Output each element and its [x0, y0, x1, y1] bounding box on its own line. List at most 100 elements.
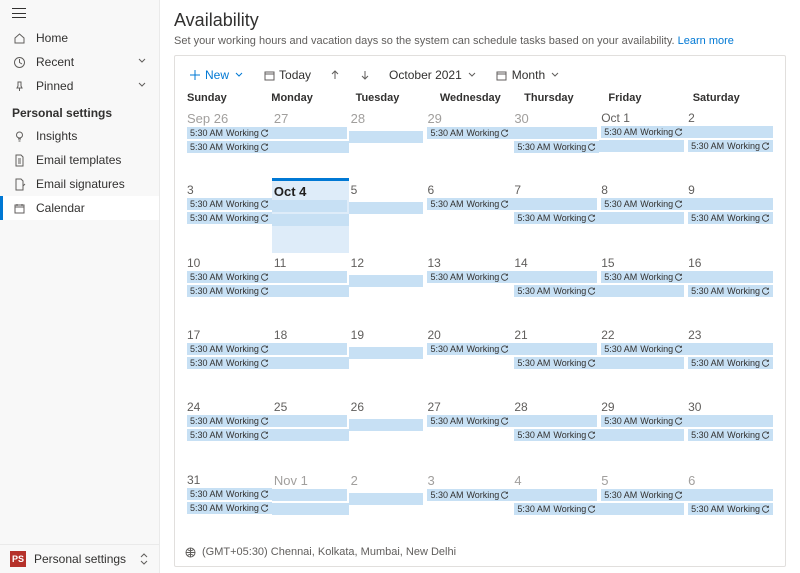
- calendar-event[interactable]: 5:30 AMWorking: [187, 198, 272, 210]
- calendar-cell[interactable]: 55:30 AMWorking: [599, 470, 686, 542]
- calendar-event[interactable]: [512, 127, 597, 139]
- calendar-event[interactable]: 5:30 AMWorking: [187, 415, 272, 427]
- calendar-cell[interactable]: 175:30 AMWorking5:30 AMWorking: [185, 325, 272, 397]
- calendar-event[interactable]: 5:30 AMWorking: [187, 271, 272, 283]
- calendar-cell[interactable]: 27: [272, 108, 349, 180]
- calendar-event[interactable]: 5:30 AMWorking: [187, 357, 272, 369]
- calendar-event[interactable]: 5:30 AMWorking: [427, 127, 512, 139]
- calendar-cell[interactable]: 295:30 AMWorking: [425, 108, 512, 180]
- calendar-event[interactable]: 5:30 AMWorking: [688, 140, 773, 152]
- calendar-event[interactable]: [272, 127, 347, 139]
- hamburger-button[interactable]: [0, 0, 159, 26]
- calendar-event[interactable]: [512, 415, 597, 427]
- learn-more-link[interactable]: Learn more: [678, 35, 734, 47]
- calendar-cell[interactable]: 30 5:30 AMWorking: [512, 108, 599, 180]
- calendar-event[interactable]: [272, 429, 349, 441]
- calendar-cell[interactable]: 28: [349, 108, 426, 180]
- calendar-cell[interactable]: 23 5:30 AMWorking: [686, 325, 775, 397]
- calendar-event[interactable]: 5:30 AMWorking: [514, 357, 599, 369]
- calendar-cell[interactable]: Oct 15:30 AMWorking: [599, 108, 686, 180]
- calendar-event[interactable]: [272, 343, 347, 355]
- calendar-cell[interactable]: 14 5:30 AMWorking: [512, 253, 599, 325]
- calendar-event[interactable]: 5:30 AMWorking: [427, 198, 512, 210]
- next-button[interactable]: [355, 67, 375, 83]
- calendar-event[interactable]: 5:30 AMWorking: [427, 489, 512, 501]
- calendar-event[interactable]: [686, 271, 773, 283]
- calendar-cell[interactable]: 65:30 AMWorking: [425, 180, 512, 252]
- calendar-cell[interactable]: 35:30 AMWorking: [425, 470, 512, 542]
- nav-item-calendar[interactable]: Calendar: [0, 196, 159, 220]
- calendar-event[interactable]: [272, 214, 349, 226]
- calendar-cell[interactable]: 35:30 AMWorking5:30 AMWorking: [185, 180, 272, 252]
- calendar-event[interactable]: [272, 415, 347, 427]
- calendar-event[interactable]: [349, 275, 424, 287]
- sidebar-footer[interactable]: PS Personal settings: [0, 544, 159, 573]
- calendar-cell[interactable]: 275:30 AMWorking: [425, 397, 512, 469]
- calendar-event[interactable]: [599, 140, 684, 152]
- calendar-event[interactable]: 5:30 AMWorking: [688, 357, 773, 369]
- calendar-cell[interactable]: 2: [349, 470, 426, 542]
- calendar-event[interactable]: [512, 489, 597, 501]
- calendar-event[interactable]: 5:30 AMWorking: [187, 141, 272, 153]
- calendar-event[interactable]: 5:30 AMWorking: [187, 429, 272, 441]
- calendar-cell[interactable]: 26: [349, 397, 426, 469]
- calendar-event[interactable]: [599, 503, 684, 515]
- nav-item-home[interactable]: Home: [0, 26, 159, 50]
- calendar-event[interactable]: 5:30 AMWorking: [187, 285, 272, 297]
- calendar-cell[interactable]: 19: [349, 325, 426, 397]
- nav-item-recent[interactable]: Recent: [0, 50, 159, 74]
- calendar-cell[interactable]: 28 5:30 AMWorking: [512, 397, 599, 469]
- calendar-event[interactable]: [686, 198, 773, 210]
- calendar-event[interactable]: [272, 285, 349, 297]
- period-picker[interactable]: October 2021: [385, 66, 482, 84]
- calendar-event[interactable]: 5:30 AMWorking: [601, 271, 686, 283]
- calendar-event[interactable]: [599, 212, 684, 224]
- calendar-cell[interactable]: 105:30 AMWorking5:30 AMWorking: [185, 253, 272, 325]
- calendar-cell[interactable]: 16 5:30 AMWorking: [686, 253, 775, 325]
- calendar-event[interactable]: 5:30 AMWorking: [427, 343, 512, 355]
- calendar-event[interactable]: [349, 419, 424, 431]
- calendar-event[interactable]: 5:30 AMWorking: [688, 212, 773, 224]
- calendar-event[interactable]: 5:30 AMWorking: [514, 285, 599, 297]
- calendar-cell[interactable]: 6 5:30 AMWorking: [686, 470, 775, 542]
- calendar-cell[interactable]: 7 5:30 AMWorking: [512, 180, 599, 252]
- calendar-event[interactable]: 5:30 AMWorking: [187, 343, 272, 355]
- calendar-cell[interactable]: 21 5:30 AMWorking: [512, 325, 599, 397]
- calendar-cell[interactable]: 155:30 AMWorking: [599, 253, 686, 325]
- calendar-cell[interactable]: 85:30 AMWorking: [599, 180, 686, 252]
- new-button[interactable]: New: [185, 66, 249, 84]
- calendar-event[interactable]: 5:30 AMWorking: [688, 503, 773, 515]
- calendar-cell[interactable]: 30 5:30 AMWorking: [686, 397, 775, 469]
- calendar-event[interactable]: 5:30 AMWorking: [514, 503, 599, 515]
- calendar-event[interactable]: [599, 285, 684, 297]
- calendar-event[interactable]: 5:30 AMWorking: [601, 198, 686, 210]
- calendar-event[interactable]: 5:30 AMWorking: [514, 141, 599, 153]
- calendar-event[interactable]: 5:30 AMWorking: [187, 488, 272, 500]
- calendar-event[interactable]: 5:30 AMWorking: [187, 502, 272, 514]
- calendar-cell[interactable]: 2 5:30 AMWorking: [686, 108, 775, 180]
- calendar-event[interactable]: [349, 347, 424, 359]
- calendar-cell[interactable]: Sep 265:30 AMWorking5:30 AMWorking: [185, 108, 272, 180]
- calendar-event[interactable]: [512, 271, 597, 283]
- calendar-cell[interactable]: 295:30 AMWorking: [599, 397, 686, 469]
- calendar-event[interactable]: [272, 503, 349, 515]
- view-picker[interactable]: Month: [492, 66, 565, 84]
- calendar-event[interactable]: [272, 141, 349, 153]
- calendar-event[interactable]: 5:30 AMWorking: [688, 285, 773, 297]
- calendar-event[interactable]: [349, 131, 424, 143]
- calendar-event[interactable]: [272, 357, 349, 369]
- calendar-cell[interactable]: 225:30 AMWorking: [599, 325, 686, 397]
- calendar-cell[interactable]: 245:30 AMWorking5:30 AMWorking: [185, 397, 272, 469]
- calendar-event[interactable]: [599, 357, 684, 369]
- calendar-cell[interactable]: 135:30 AMWorking: [425, 253, 512, 325]
- calendar-event[interactable]: 5:30 AMWorking: [601, 415, 686, 427]
- calendar-cell[interactable]: Oct 4: [272, 178, 349, 252]
- nav-item-email-signatures[interactable]: Email signatures: [0, 172, 159, 196]
- calendar-event[interactable]: [272, 489, 347, 501]
- calendar-event[interactable]: 5:30 AMWorking: [601, 489, 686, 501]
- calendar-event[interactable]: [349, 202, 424, 214]
- calendar-cell[interactable]: 5: [349, 180, 426, 252]
- calendar-event[interactable]: [686, 343, 773, 355]
- calendar-event[interactable]: [349, 493, 424, 505]
- calendar-cell[interactable]: 4 5:30 AMWorking: [512, 470, 599, 542]
